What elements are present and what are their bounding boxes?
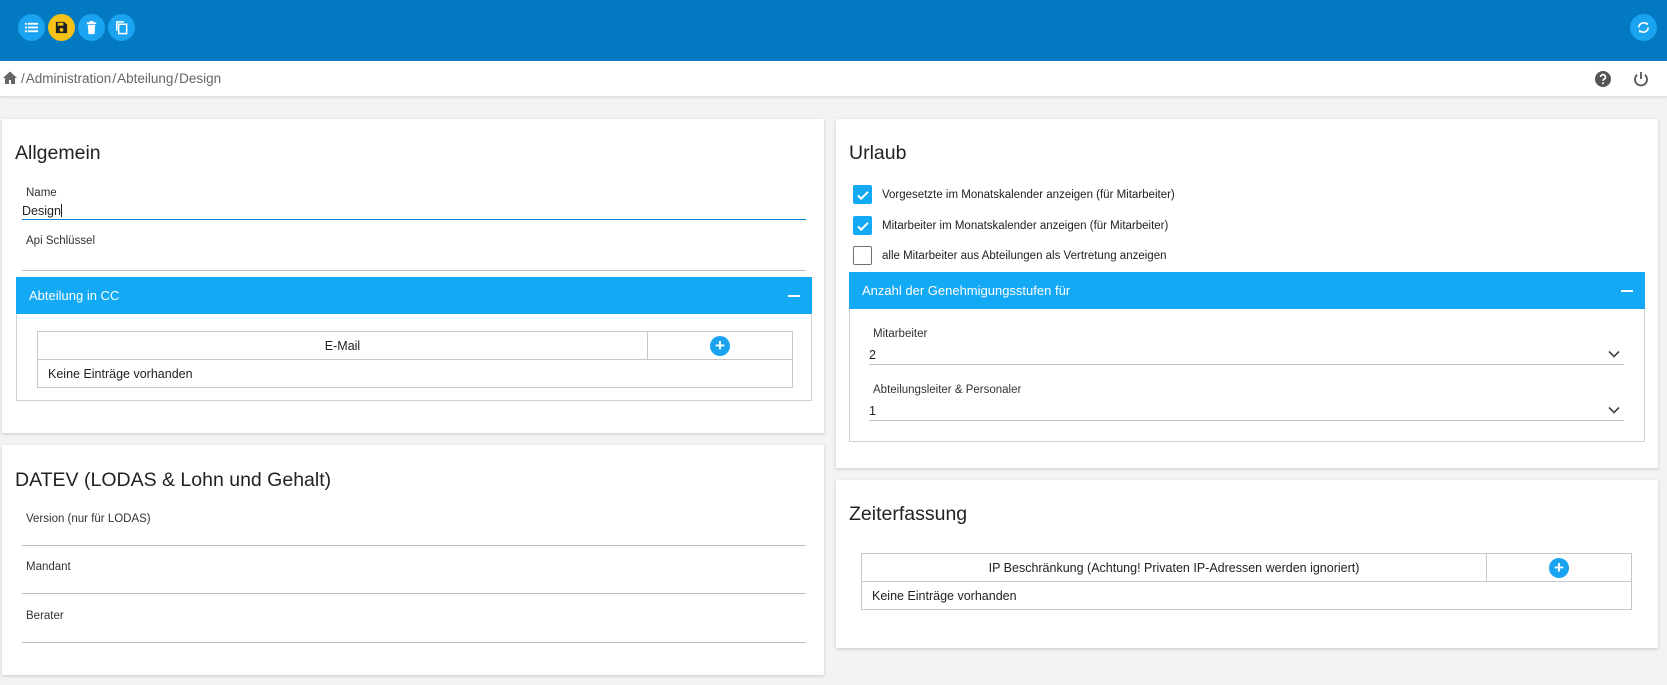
check-icon: [856, 221, 869, 231]
chevron-down-icon[interactable]: [1608, 406, 1620, 414]
approval-panel-header[interactable]: Anzahl der Genehmigungsstufen für: [849, 272, 1645, 309]
text-cursor: [60, 204, 62, 217]
sync-icon: [1638, 22, 1649, 33]
refresh-button[interactable]: [1630, 14, 1657, 41]
name-label: Name: [26, 187, 57, 199]
breadcrumb-separator: /: [174, 70, 179, 86]
save-icon: [55, 21, 68, 34]
copy-button[interactable]: [108, 14, 135, 41]
save-button[interactable]: [48, 14, 75, 41]
breadcrumb-current: Design: [179, 70, 222, 86]
name-field[interactable]: Name Design: [22, 187, 806, 220]
mandant-label: Mandant: [26, 561, 71, 573]
berater-underline: [22, 642, 806, 643]
home-icon[interactable]: [2, 70, 18, 86]
top-toolbar: [0, 0, 1667, 61]
ip-column-header: IP Beschränkung (Achtung! Privaten IP-Ad…: [861, 553, 1487, 582]
version-underline: [22, 545, 806, 546]
delete-button[interactable]: [78, 14, 105, 41]
list-icon: [24, 22, 39, 33]
api-key-underline: [22, 270, 806, 271]
email-column-header: E-Mail: [37, 331, 648, 360]
checkbox-label: alle Mitarbeiter aus Abteilungen als Ver…: [882, 249, 1167, 262]
breadcrumb-abteilung[interactable]: Abteilung: [117, 71, 173, 86]
add-email-button[interactable]: +: [710, 335, 730, 356]
name-input[interactable]: Design: [22, 204, 62, 218]
checkbox-row-vorgesetzte[interactable]: Vorgesetzte im Monatskalender anzeigen (…: [853, 185, 1175, 204]
table-header-row: E-Mail +: [37, 331, 793, 360]
mitarbeiter-label: Mitarbeiter: [873, 328, 928, 340]
table-row: Keine Einträge vorhanden: [861, 581, 1632, 610]
power-icon[interactable]: [1632, 70, 1650, 88]
version-label: Version (nur für LODAS): [26, 513, 151, 525]
urlaub-card: Urlaub Vorgesetzte im Monatskalender anz…: [836, 119, 1658, 468]
version-field[interactable]: Version (nur für LODAS): [22, 513, 806, 546]
check-icon: [856, 190, 869, 200]
add-ip-cell: +: [1486, 553, 1632, 582]
chevron-down-icon[interactable]: [1608, 350, 1620, 358]
collapse-icon[interactable]: [788, 294, 800, 297]
collapse-icon[interactable]: [1621, 289, 1633, 292]
cc-panel-title: Abteilung in CC: [29, 288, 120, 303]
checkbox-label: Mitarbeiter im Monatskalender anzeigen (…: [882, 219, 1169, 232]
mandant-field[interactable]: Mandant: [22, 561, 806, 594]
checkbox-row-mitarbeiter[interactable]: Mitarbeiter im Monatskalender anzeigen (…: [853, 216, 1168, 235]
breadcrumb-separator: /: [112, 70, 117, 86]
breadcrumb-bar: / Administration / Abteilung / Design: [0, 61, 1667, 97]
cc-email-table: E-Mail + Keine Einträge vorhanden: [37, 331, 793, 388]
leiter-underline: [869, 420, 1624, 421]
allgemein-card: Allgemein Name Design Api Schlüssel Abte…: [2, 119, 824, 433]
approval-panel-title: Anzahl der Genehmigungsstufen für: [862, 283, 1071, 298]
leiter-label: Abteilungsleiter & Personaler: [873, 384, 1022, 396]
name-underline: [22, 219, 806, 220]
cc-panel-header[interactable]: Abteilung in CC: [16, 277, 812, 314]
mitarbeiter-underline: [869, 364, 1624, 365]
mandant-underline: [22, 593, 806, 594]
ip-restriction-table: IP Beschränkung (Achtung! Privaten IP-Ad…: [861, 553, 1632, 610]
leiter-value: 1: [869, 404, 876, 418]
list-button[interactable]: [18, 14, 45, 41]
leiter-select[interactable]: Abteilungsleiter & Personaler 1: [869, 384, 1624, 421]
checkbox-label: Vorgesetzte im Monatskalender anzeigen (…: [882, 188, 1175, 201]
checkbox-vorgesetzte[interactable]: [853, 185, 872, 204]
berater-label: Berater: [26, 610, 64, 622]
berater-field[interactable]: Berater: [22, 610, 806, 643]
breadcrumb-separator: /: [21, 70, 25, 86]
zeiterfassung-title: Zeiterfassung: [849, 503, 968, 525]
trash-icon: [86, 20, 97, 35]
zeiterfassung-card: Zeiterfassung IP Beschränkung (Achtung! …: [836, 480, 1658, 648]
add-email-cell: +: [647, 331, 793, 360]
copy-icon: [116, 21, 128, 35]
table-header-row: IP Beschränkung (Achtung! Privaten IP-Ad…: [861, 553, 1632, 582]
help-icon[interactable]: [1594, 70, 1612, 88]
checkbox-mitarbeiter[interactable]: [853, 216, 872, 235]
api-key-label: Api Schlüssel: [26, 235, 96, 247]
mitarbeiter-select[interactable]: Mitarbeiter 2: [869, 328, 1624, 365]
breadcrumb-administration[interactable]: Administration: [26, 71, 112, 86]
urlaub-title: Urlaub: [849, 142, 907, 164]
datev-title: DATEV (LODAS & Lohn und Gehalt): [15, 469, 332, 491]
datev-card: DATEV (LODAS & Lohn und Gehalt) Version …: [2, 445, 824, 675]
breadcrumb: / Administration / Abteilung / Design: [2, 70, 221, 86]
mitarbeiter-value: 2: [869, 348, 876, 362]
name-value: Design: [22, 204, 61, 218]
table-row: Keine Einträge vorhanden: [37, 359, 793, 388]
empty-message: Keine Einträge vorhanden: [861, 581, 1632, 610]
add-ip-button[interactable]: +: [1549, 557, 1569, 578]
allgemein-title: Allgemein: [15, 142, 101, 164]
checkbox-row-vertretung[interactable]: alle Mitarbeiter aus Abteilungen als Ver…: [853, 246, 1167, 265]
approval-panel-body: Mitarbeiter 2 Abteilungsleiter & Persona…: [849, 309, 1645, 442]
empty-message: Keine Einträge vorhanden: [37, 359, 793, 388]
checkbox-vertretung[interactable]: [853, 246, 872, 265]
cc-panel-body: E-Mail + Keine Einträge vorhanden: [16, 314, 812, 401]
api-key-field[interactable]: Api Schlüssel: [22, 235, 806, 271]
